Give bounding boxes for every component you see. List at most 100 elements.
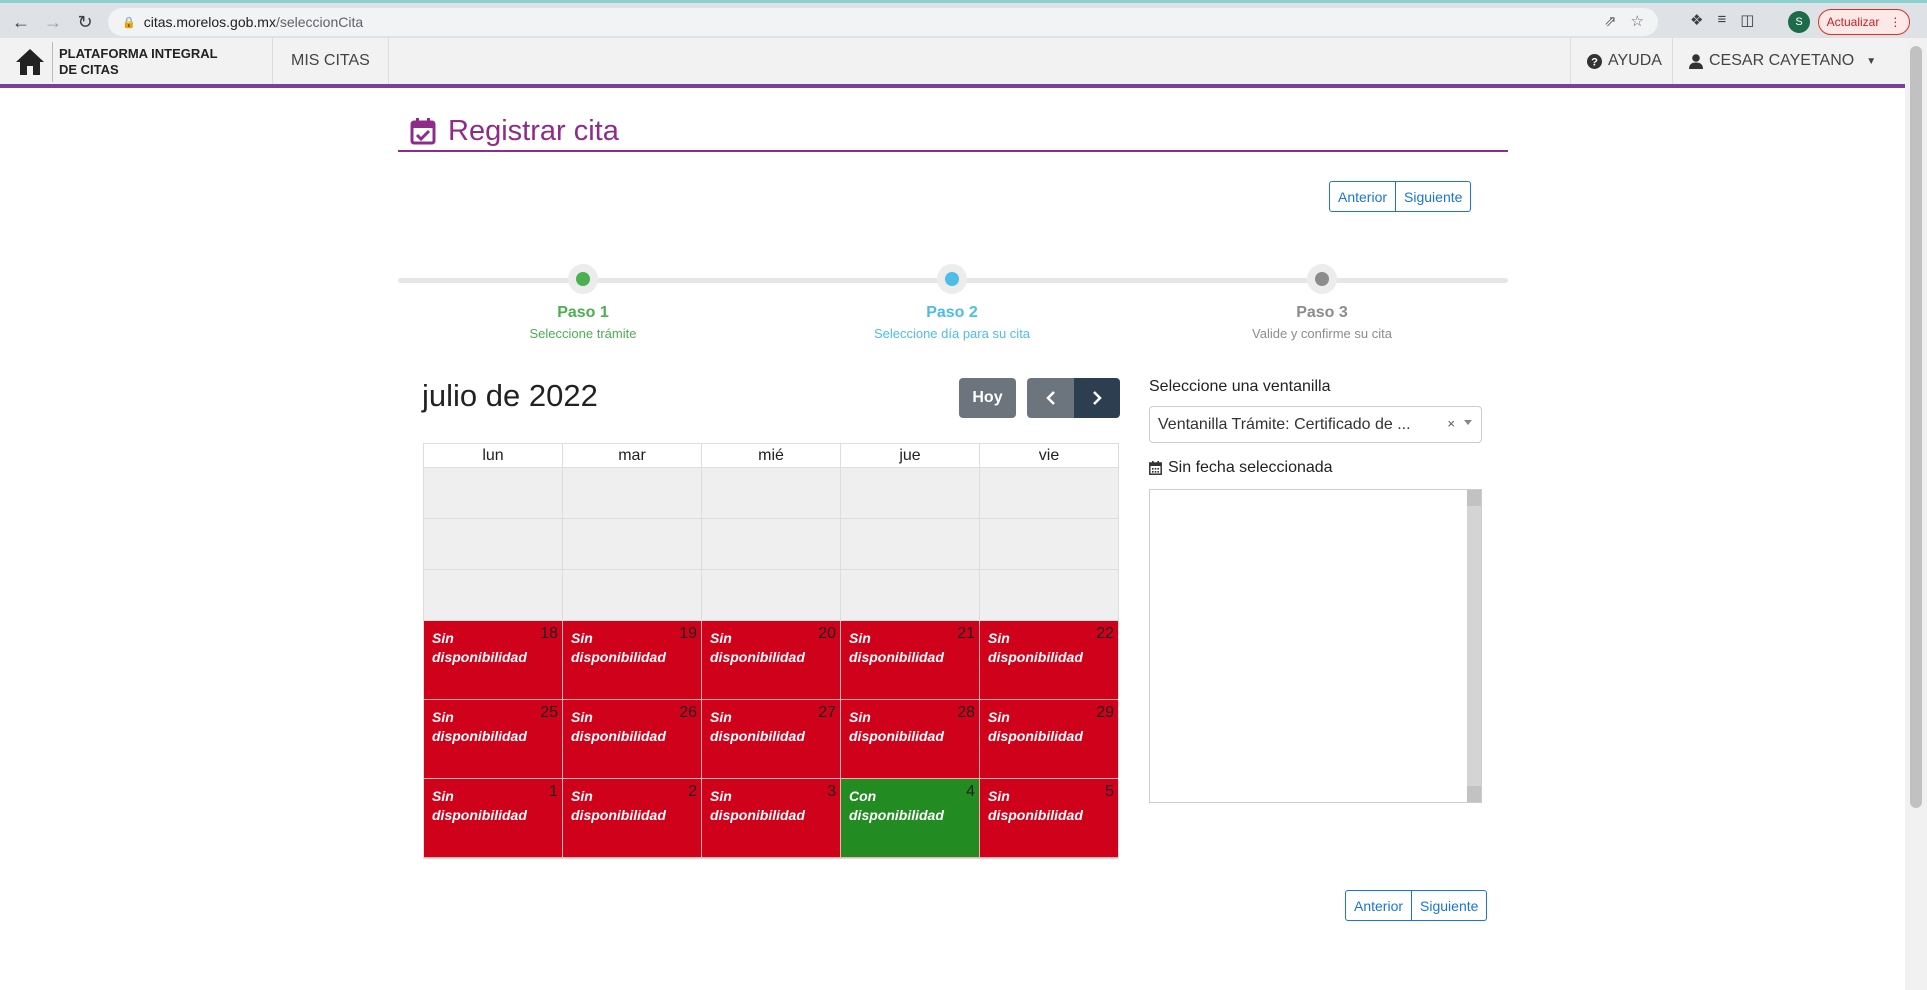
day-cell[interactable]: Sin disponibilidad 27 bbox=[702, 700, 841, 779]
day-number: 19 bbox=[679, 625, 697, 642]
day-cell[interactable]: Sin disponibilidad 28 bbox=[841, 700, 980, 779]
back-icon[interactable]: ← bbox=[8, 9, 34, 35]
url-path: /seleccionCita bbox=[275, 14, 364, 30]
day-availability: Sin disponibilidad bbox=[710, 630, 805, 665]
page-scrollbar[interactable] bbox=[1905, 38, 1927, 990]
kebab-menu-icon: ⋮ bbox=[1889, 15, 1902, 29]
prev-step-button[interactable]: Anterior bbox=[1329, 181, 1397, 212]
day-number: 22 bbox=[1096, 625, 1114, 642]
step-2-sub: Seleccione día para su cita bbox=[873, 326, 1031, 341]
bookmark-star-icon[interactable]: ☆ bbox=[1631, 12, 1644, 30]
day-cell[interactable]: Sin disponibilidad 22 bbox=[980, 621, 1118, 700]
selected-date-text: Sin fecha seleccionada bbox=[1168, 459, 1333, 476]
day-availability: Sin disponibilidad bbox=[988, 788, 1083, 823]
clear-selection-icon[interactable]: × bbox=[1447, 416, 1455, 431]
update-button[interactable]: Actualizar ⋮ bbox=[1818, 9, 1910, 35]
profile-avatar[interactable]: S bbox=[1788, 11, 1810, 33]
dropdown-arrow-icon[interactable] bbox=[1464, 420, 1472, 425]
address-bar[interactable]: 🔒 citas.morelos.gob.mx /seleccionCita ⇗ … bbox=[108, 8, 1658, 36]
day-availability: Sin disponibilidad bbox=[571, 709, 666, 744]
day-number: 25 bbox=[540, 704, 558, 721]
reload-icon[interactable]: ↻ bbox=[72, 9, 98, 35]
next-month-button[interactable] bbox=[1074, 378, 1120, 418]
caret-down-icon: ▼ bbox=[1866, 55, 1877, 67]
chevron-left-icon bbox=[1045, 391, 1055, 405]
day-cell[interactable]: Sin disponibilidad 2 bbox=[563, 779, 702, 858]
day-cell[interactable]: Sin disponibilidad 3 bbox=[702, 779, 841, 858]
nav-mis-citas[interactable]: MIS CITAS bbox=[272, 38, 389, 84]
side-panel-icon[interactable]: ◫ bbox=[1740, 11, 1754, 29]
prev-month-button[interactable] bbox=[1027, 378, 1074, 418]
calendar-week: Sin disponibilidad 1 Sin disponibilidad 2 … bbox=[424, 779, 1118, 858]
time-slot-list[interactable] bbox=[1149, 489, 1482, 803]
day-cell[interactable]: Sin disponibilidad 19 bbox=[563, 621, 702, 700]
ventanilla-select[interactable]: Ventanilla Trámite: Certificado de ... × bbox=[1149, 406, 1482, 443]
today-button[interactable]: Hoy bbox=[959, 378, 1016, 418]
question-circle-icon: ? bbox=[1587, 53, 1602, 69]
weekday-label: lun bbox=[424, 444, 563, 467]
day-cell[interactable]: Sin disponibilidad 1 bbox=[424, 779, 563, 858]
brand-name[interactable]: PLATAFORMA INTEGRAL DE CITAS bbox=[59, 46, 249, 78]
day-availability: Sin disponibilidad bbox=[571, 630, 666, 665]
day-number: 29 bbox=[1096, 704, 1114, 721]
day-availability: Con disponibilidad bbox=[849, 788, 944, 823]
next-step-button[interactable]: Siguiente bbox=[1412, 890, 1488, 921]
day-availability: Sin disponibilidad bbox=[849, 709, 944, 744]
day-availability: Sin disponibilidad bbox=[988, 709, 1083, 744]
reading-list-icon[interactable]: ≡ bbox=[1717, 11, 1726, 29]
day-cell[interactable]: Sin disponibilidad 25 bbox=[424, 700, 563, 779]
day-number: 4 bbox=[966, 783, 975, 800]
brand-line-2: DE CITAS bbox=[59, 62, 119, 77]
svg-text:?: ? bbox=[1591, 56, 1598, 68]
step-1-label: Paso 1 bbox=[557, 304, 609, 321]
day-cell[interactable]: Sin disponibilidad 20 bbox=[702, 621, 841, 700]
day-cell[interactable]: Sin disponibilidad 26 bbox=[563, 700, 702, 779]
share-icon[interactable]: ⇗ bbox=[1604, 12, 1617, 30]
empty-day-cell bbox=[424, 519, 563, 570]
empty-day-cell bbox=[702, 468, 841, 519]
empty-day-cell bbox=[980, 519, 1118, 570]
calendar-week-empty bbox=[424, 570, 1118, 621]
day-availability: Sin disponibilidad bbox=[432, 709, 527, 744]
next-step-button[interactable]: Siguiente bbox=[1396, 181, 1472, 212]
day-number: 20 bbox=[818, 625, 836, 642]
extensions-icon[interactable]: ❖ bbox=[1690, 11, 1703, 29]
nav-help[interactable]: ? AYUDA bbox=[1570, 38, 1678, 84]
day-availability: Sin disponibilidad bbox=[710, 788, 805, 823]
step-2-dot bbox=[945, 272, 959, 286]
home-icon[interactable] bbox=[14, 47, 46, 77]
day-cell[interactable]: Sin disponibilidad 5 bbox=[980, 779, 1118, 858]
day-number: 18 bbox=[540, 625, 558, 642]
url-host: citas.morelos.gob.mx bbox=[143, 14, 276, 30]
day-cell[interactable]: Con disponibilidad 4 bbox=[841, 779, 980, 858]
top-pager: Anterior Siguiente bbox=[1329, 181, 1472, 212]
weekday-label: mar bbox=[563, 444, 702, 467]
day-availability: Sin disponibilidad bbox=[988, 630, 1083, 665]
empty-day-cell bbox=[563, 570, 702, 621]
time-slot-scrollbar[interactable] bbox=[1467, 490, 1481, 802]
update-label: Actualizar bbox=[1826, 15, 1880, 29]
page-title: Registrar cita bbox=[398, 112, 1508, 152]
user-menu[interactable]: CESAR CAYETANO ▼ bbox=[1672, 38, 1892, 84]
chevron-right-icon bbox=[1093, 391, 1102, 405]
day-availability: Sin disponibilidad bbox=[710, 709, 805, 744]
lock-icon: 🔒 bbox=[122, 16, 136, 29]
brand-divider bbox=[52, 42, 53, 82]
day-availability: Sin disponibilidad bbox=[432, 788, 527, 823]
calendar-grid: lun mar mié jue vie Sin disponibilidad 18… bbox=[423, 443, 1119, 859]
weekday-label: jue bbox=[841, 444, 980, 467]
step-2-label: Paso 2 bbox=[926, 304, 978, 321]
step-1: Paso 1 Seleccione trámite bbox=[433, 264, 733, 341]
day-number: 26 bbox=[679, 704, 697, 721]
step-3: Paso 3 Valide y confirme su cita bbox=[1172, 264, 1472, 341]
weekday-label: mié bbox=[702, 444, 841, 467]
forward-icon[interactable]: → bbox=[40, 9, 66, 35]
prev-step-button[interactable]: Anterior bbox=[1345, 890, 1413, 921]
day-cell[interactable]: Sin disponibilidad 29 bbox=[980, 700, 1118, 779]
day-cell[interactable]: Sin disponibilidad 21 bbox=[841, 621, 980, 700]
user-icon bbox=[1689, 53, 1703, 69]
nav-help-label: AYUDA bbox=[1608, 52, 1662, 69]
empty-day-cell bbox=[841, 570, 980, 621]
day-availability: Sin disponibilidad bbox=[432, 630, 527, 665]
day-cell[interactable]: Sin disponibilidad 18 bbox=[424, 621, 563, 700]
